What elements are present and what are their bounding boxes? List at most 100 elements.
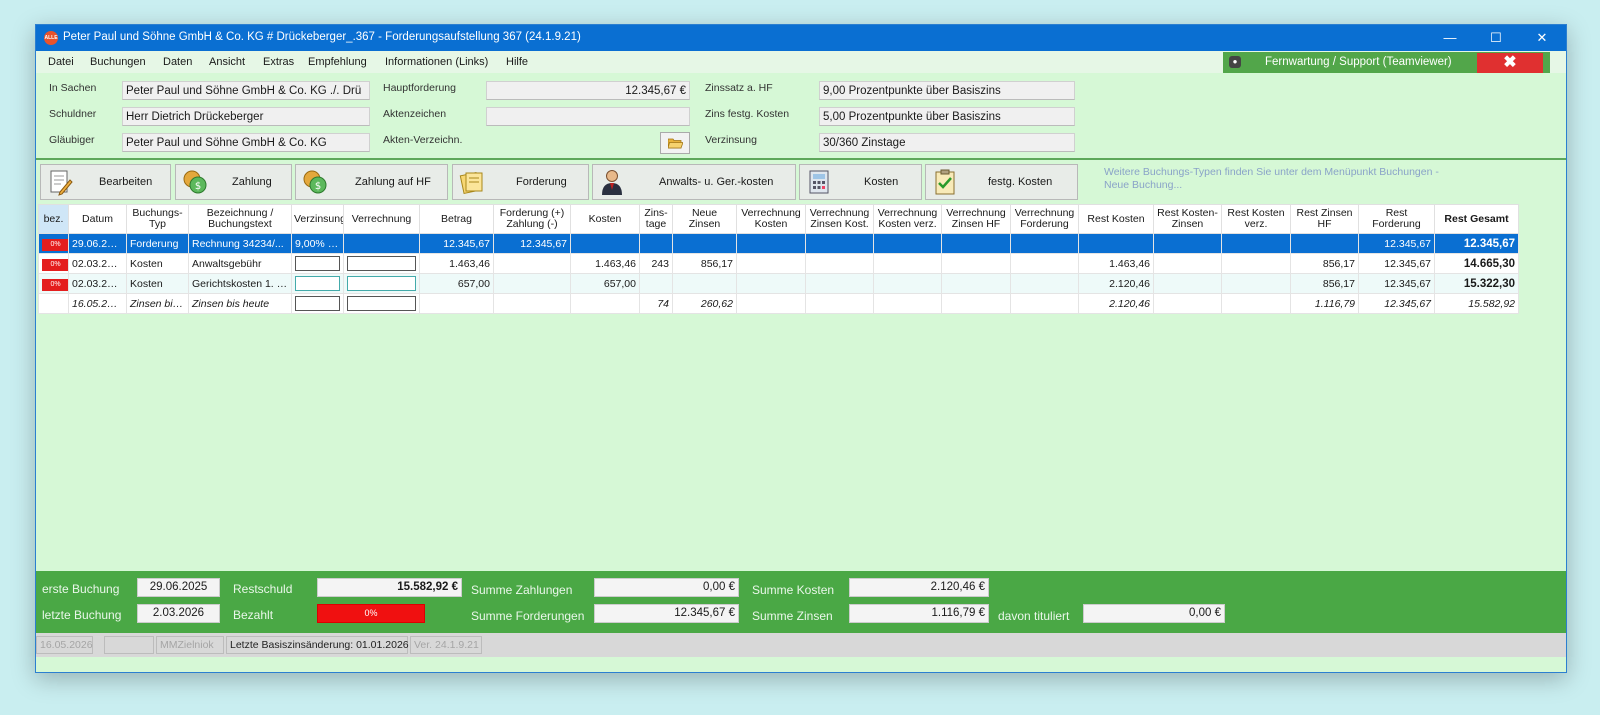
zinssatz-label: Zinssatz a. HF — [705, 82, 773, 94]
neue-zinsen-cell: 260,62 — [672, 293, 737, 314]
col-header-neue-zinsen[interactable]: Neue Zinsen — [672, 204, 737, 234]
verrechnung-cell[interactable] — [343, 233, 420, 254]
vzk-cell — [805, 293, 874, 314]
neue-zinsen-cell: 856,17 — [672, 253, 737, 274]
betrag-cell: 1.463,46 — [419, 253, 494, 274]
vk-cell — [736, 253, 806, 274]
col-header-zinstage[interactable]: Zins-tage — [639, 204, 673, 234]
in-sachen-field[interactable]: Peter Paul und Söhne GmbH & Co. KG ./. D… — [122, 81, 370, 100]
col-header-verrechnung-zinsen-kost[interactable]: Verrechnung Zinsen Kost. — [805, 204, 874, 234]
typ-cell: Kosten — [126, 273, 189, 294]
col-header-verrechnung-forderung[interactable]: Verrechnung Forderung — [1010, 204, 1079, 234]
col-header-verrechnung[interactable]: Verrechnung — [343, 204, 420, 234]
rest-zinsen-hf-cell — [1290, 233, 1359, 254]
table-row[interactable]: 0% 02.03.2026 Kosten Gerichtskosten 1. I… — [38, 273, 1519, 294]
col-header-verrechnung-zinsen-hf[interactable]: Verrechnung Zinsen HF — [941, 204, 1011, 234]
restschuld-field: 15.582,92 € — [317, 578, 462, 597]
rest-kosten-cell — [1078, 233, 1154, 254]
close-window-button[interactable]: ✕ — [1519, 25, 1565, 51]
col-header-rest-kosten[interactable]: Rest Kosten — [1078, 204, 1154, 234]
col-header-rest-zinsen-hf[interactable]: Rest Zinsen HF — [1290, 204, 1359, 234]
aktenzeichen-field[interactable] — [486, 107, 690, 126]
col-header-rest-kosten-verz[interactable]: Rest Kosten verz. — [1221, 204, 1291, 234]
menu-hilfe[interactable]: Hilfe — [506, 56, 528, 68]
col-header-verrechnung-kosten[interactable]: Verrechnung Kosten — [736, 204, 806, 234]
letzte-buchung-label: letzte Buchung — [42, 608, 122, 622]
title-bar[interactable]: ALLE Peter Paul und Söhne GmbH & Co. KG … — [36, 25, 1566, 51]
status-basiszins: Letzte Basiszinsänderung: 01.01.2026 — [226, 636, 409, 654]
booking-types-hint: Weitere Buchungs-Typen finden Sie unter … — [1104, 166, 1439, 191]
table-row[interactable]: 0% 02.03.2026 Kosten Anwaltsgebühr 1.463… — [38, 253, 1519, 274]
menu-extras[interactable]: Extras — [263, 56, 294, 68]
neue-zinsen-cell — [672, 273, 737, 294]
rest-kosten-verz-cell — [1221, 273, 1291, 294]
table-row[interactable]: 16.05.2026 Zinsen bis ... Zinsen bis heu… — [38, 293, 1519, 314]
verrechnung-input[interactable] — [347, 256, 416, 271]
verzinsung-field[interactable]: 30/360 Zinstage — [819, 133, 1075, 152]
zinssatz-field[interactable]: 9,00 Prozentpunkte über Basiszins — [819, 81, 1075, 100]
support-button[interactable]: ● Fernwartung / Support (Teamviewer) — [1223, 52, 1475, 73]
bez-cell[interactable]: 0% — [38, 253, 69, 274]
verzinsung-cell[interactable]: 9,00% üB — [291, 233, 344, 254]
close-case-button[interactable]: ✖ — [1477, 53, 1543, 73]
menu-informationen[interactable]: Informationen (Links) — [385, 56, 488, 68]
hauptforderung-field[interactable]: 12.345,67 € — [486, 81, 690, 100]
verrechnung-input[interactable] — [347, 296, 416, 311]
zahlung-auf-hf-button[interactable]: $ Zahlung auf HF — [295, 164, 448, 200]
verzinsung-input[interactable] — [295, 256, 340, 271]
bez-cell[interactable]: 0% — [38, 233, 69, 254]
open-folder-button[interactable] — [660, 132, 690, 154]
betrag-cell — [419, 293, 494, 314]
verrechnung-cell[interactable] — [343, 273, 420, 294]
col-header-verrechnung-kosten-verz[interactable]: Verrechnung Kosten verz. — [873, 204, 942, 234]
festg-kosten-label: festg. Kosten — [988, 176, 1053, 188]
menu-ansicht[interactable]: Ansicht — [209, 56, 245, 68]
verzinsung-input[interactable] — [295, 296, 340, 311]
menu-daten[interactable]: Daten — [163, 56, 192, 68]
col-header-bezeichnung[interactable]: Bezeichnung / Buchungstext — [188, 204, 292, 234]
rest-zinsen-hf-cell: 856,17 — [1290, 253, 1359, 274]
festg-kosten-button[interactable]: festg. Kosten — [925, 164, 1078, 200]
text-cell: Anwaltsgebühr — [188, 253, 292, 274]
bearbeiten-button[interactable]: Bearbeiten — [40, 164, 171, 200]
anwaltskosten-button[interactable]: Anwalts- u. Ger.-kosten — [592, 164, 796, 200]
col-header-datum[interactable]: Datum — [68, 204, 127, 234]
rest-kosten-zinsen-cell — [1153, 273, 1222, 294]
col-header-rest-gesamt[interactable]: Rest Gesamt — [1434, 204, 1519, 234]
lawyer-icon — [602, 170, 622, 195]
col-header-betrag[interactable]: Betrag — [419, 204, 494, 234]
col-header-kosten[interactable]: Kosten — [570, 204, 640, 234]
col-header-rest-forderung[interactable]: Rest Forderung — [1358, 204, 1435, 234]
menu-buchungen[interactable]: Buchungen — [90, 56, 146, 68]
kosten-button[interactable]: Kosten — [799, 164, 922, 200]
menu-empfehlung[interactable]: Empfehlung — [308, 56, 367, 68]
verzinsung-cell[interactable] — [291, 273, 344, 294]
bez-cell[interactable]: 0% — [38, 273, 69, 294]
col-header-rest-kosten-zinsen[interactable]: Rest Kosten-Zinsen — [1153, 204, 1222, 234]
col-header-bez[interactable]: bez. — [38, 204, 69, 234]
verrechnung-input[interactable] — [347, 276, 416, 291]
verzinsung-input[interactable] — [295, 276, 340, 291]
app-icon: ALLE — [44, 31, 58, 45]
table-header: bez. Datum Buchungs-Typ Bezeichnung / Bu… — [38, 204, 1519, 234]
rest-gesamt-cell: 14.665,30 — [1434, 253, 1519, 274]
col-header-forderung-zahlung[interactable]: Forderung (+) Zahlung (-) — [493, 204, 571, 234]
verzinsung-cell[interactable] — [291, 293, 344, 314]
verzinsung-cell[interactable] — [291, 253, 344, 274]
verrechnung-cell[interactable] — [343, 253, 420, 274]
zins-kosten-field[interactable]: 5,00 Prozentpunkte über Basiszins — [819, 107, 1075, 126]
zahlung-button[interactable]: $ Zahlung — [175, 164, 292, 200]
glaeubiger-field[interactable]: Peter Paul und Söhne GmbH & Co. KG — [122, 133, 370, 152]
col-header-buchungstyp[interactable]: Buchungs-Typ — [126, 204, 189, 234]
verrechnung-cell[interactable] — [343, 293, 420, 314]
menu-datei[interactable]: Datei — [48, 56, 74, 68]
col-header-verzinsung[interactable]: Verzinsung — [291, 204, 344, 234]
schuldner-field[interactable]: Herr Dietrich Drückeberger — [122, 107, 370, 126]
maximize-button[interactable]: ☐ — [1473, 25, 1519, 51]
forderung-cell — [493, 273, 571, 294]
davon-tituliert-field: 0,00 € — [1083, 604, 1225, 623]
minimize-button[interactable]: — — [1427, 25, 1473, 51]
table-row[interactable]: 0% 29.06.2025 Forderung Rechnung 34234/.… — [38, 233, 1519, 254]
forderung-button[interactable]: Forderung — [452, 164, 589, 200]
status-bar: 16.05.2026 MMZielniok Letzte Basiszinsän… — [36, 633, 1566, 657]
